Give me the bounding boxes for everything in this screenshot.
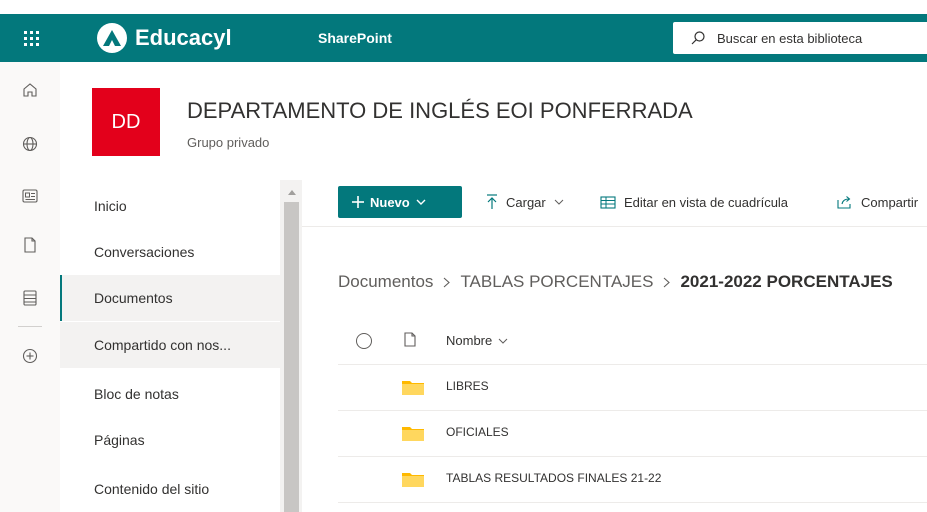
table-row[interactable]: TABLAS RESULTADOS FINALES 21-22 [338, 456, 927, 503]
upload-icon [487, 194, 497, 209]
news-icon [22, 189, 38, 203]
grid-edit-button[interactable]: Editar en vista de cuadrícula [600, 186, 788, 218]
breadcrumb-item[interactable]: TABLAS PORCENTAJES [460, 272, 653, 292]
new-button[interactable]: Nuevo [338, 186, 462, 218]
grid-edit-label: Editar en vista de cuadrícula [624, 194, 789, 210]
command-bar: Nuevo Cargar Editar en vista de cuadrícu… [302, 180, 927, 227]
create-button[interactable] [0, 338, 60, 374]
site-privacy-label: Grupo privado [187, 135, 270, 150]
chevron-down-icon [498, 338, 508, 344]
file-icon [24, 237, 36, 253]
name-column-header[interactable]: Nombre [446, 333, 508, 348]
app-bar [0, 62, 61, 512]
select-all-checkbox[interactable] [356, 333, 372, 349]
news-button[interactable] [0, 178, 60, 214]
top-bar-area: Educacyl SharePoint [0, 0, 927, 62]
educacyl-logo-icon [97, 23, 127, 53]
scroll-up-icon[interactable] [284, 186, 299, 198]
new-button-label: Nuevo [370, 194, 410, 210]
grid-icon [600, 195, 616, 209]
list-header: Nombre [338, 320, 927, 365]
search-box[interactable] [673, 22, 927, 54]
file-name-link[interactable]: TABLAS RESULTADOS FINALES 21-22 [446, 471, 661, 485]
site-header: DD DEPARTAMENTO DE INGLÉS EOI PONFERRADA… [60, 62, 927, 180]
nav-item-paginas[interactable]: Páginas [60, 417, 280, 463]
table-row[interactable]: OFICIALES [338, 410, 927, 457]
breadcrumb-item[interactable]: Documentos [338, 272, 433, 292]
breadcrumb: Documentos TABLAS PORCENTAJES 2021-2022 … [338, 272, 893, 292]
chevron-right-icon [664, 277, 671, 287]
nav-item-compartido[interactable]: Compartido con nos... [60, 322, 280, 368]
folder-icon [402, 381, 424, 395]
site-title[interactable]: DEPARTAMENTO DE INGLÉS EOI PONFERRADA [187, 98, 693, 124]
nav-scrollbar-thumb[interactable] [284, 202, 299, 512]
home-icon [23, 83, 37, 97]
waffle-icon [23, 30, 39, 46]
nav-item-documentos[interactable]: Documentos [60, 275, 280, 321]
suite-header: Educacyl SharePoint [0, 14, 927, 62]
document-library: Nuevo Cargar Editar en vista de cuadrícu… [302, 180, 927, 512]
add-icon [22, 348, 38, 364]
chevron-right-icon [444, 277, 451, 287]
share-button[interactable]: Compartir [837, 186, 918, 218]
sites-button[interactable] [0, 126, 60, 162]
left-navigation: Inicio Conversaciones Documentos Compart… [60, 180, 280, 512]
chevron-down-icon [554, 199, 564, 205]
folder-icon [402, 473, 424, 487]
upload-button[interactable]: Cargar [486, 186, 564, 218]
nav-item-bloc-de-notas[interactable]: Bloc de notas [60, 371, 280, 417]
search-icon [691, 31, 705, 45]
globe-icon [22, 136, 38, 152]
upload-label: Cargar [506, 194, 546, 210]
chevron-down-icon [416, 199, 426, 205]
table-row[interactable]: LIBRES [338, 364, 927, 411]
share-icon [837, 196, 851, 209]
file-type-header-icon[interactable] [404, 332, 416, 352]
nav-item-contenido-del-sitio[interactable]: Contenido del sitio [60, 466, 280, 512]
lists-button[interactable] [0, 280, 60, 316]
file-name-link[interactable]: OFICIALES [446, 425, 509, 439]
site-logo[interactable]: DD [92, 88, 160, 156]
nav-item-inicio[interactable]: Inicio [60, 183, 280, 229]
brand-name: Educacyl [135, 25, 232, 50]
rail-divider [18, 326, 42, 327]
plus-icon [352, 196, 364, 208]
search-input[interactable] [715, 29, 919, 47]
home-button[interactable] [0, 72, 60, 108]
sharepoint-link[interactable]: SharePoint [318, 14, 392, 62]
nav-item-conversaciones[interactable]: Conversaciones [60, 229, 280, 275]
files-button[interactable] [0, 227, 60, 263]
name-column-label: Nombre [446, 333, 493, 348]
share-label: Compartir [861, 194, 919, 210]
file-name-link[interactable]: LIBRES [446, 379, 489, 393]
lists-icon [23, 290, 37, 306]
breadcrumb-current: 2021-2022 PORCENTAJES [680, 272, 893, 291]
brand-link[interactable]: Educacyl [97, 14, 232, 62]
site-logo-initials: DD [111, 110, 141, 133]
app-launcher-button[interactable] [0, 14, 62, 62]
folder-icon [402, 427, 424, 441]
